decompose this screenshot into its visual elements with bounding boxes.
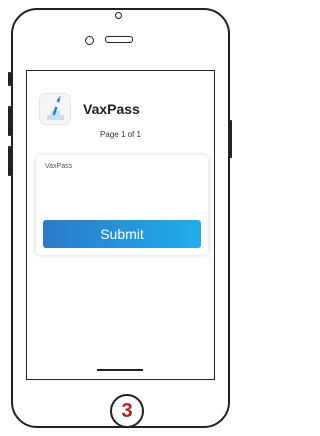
phone-frame: VaxPass Page 1 of 1 VaxPass Submit 3 [8, 8, 232, 428]
volume-up-button [8, 106, 11, 136]
phone-screen: VaxPass Page 1 of 1 VaxPass Submit [26, 70, 215, 380]
volume-down-button [8, 146, 11, 176]
submit-button[interactable]: Submit [43, 220, 201, 248]
power-button [229, 120, 232, 158]
app-title: VaxPass [83, 101, 140, 117]
field-label: VaxPass [45, 163, 73, 170]
home-indicator [97, 369, 143, 371]
camera-dot [115, 12, 122, 19]
page-indicator: Page 1 of 1 [100, 130, 141, 139]
front-camera-icon [85, 36, 94, 45]
home-button[interactable]: 3 [110, 394, 144, 428]
speaker-grille [105, 36, 133, 43]
step-number: 3 [121, 400, 133, 422]
vaccine-app-icon [39, 93, 71, 125]
form-card: VaxPass Submit [36, 155, 208, 255]
silent-switch [8, 72, 11, 86]
